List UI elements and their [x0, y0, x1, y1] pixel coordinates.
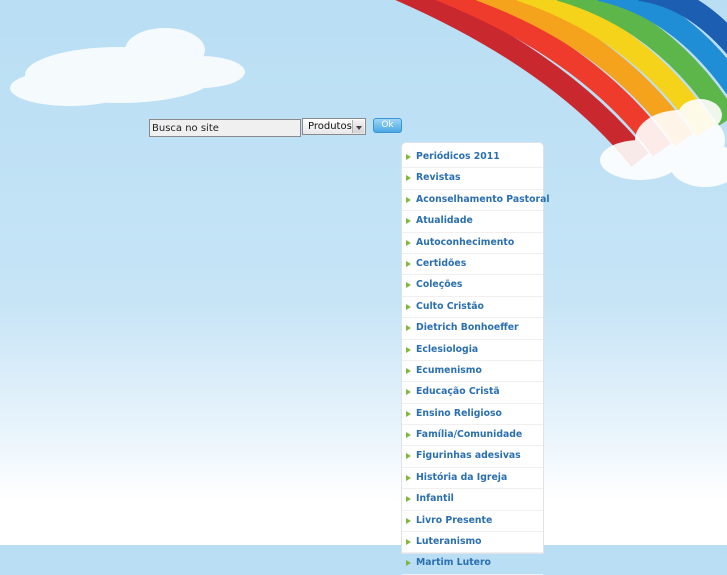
category-list: Periódicos 2011 Revistas Aconselhamento Pa…	[402, 143, 550, 575]
arrow-bullet-icon	[406, 303, 411, 310]
menu-item-label: Periódicos 2011	[416, 151, 500, 162]
arrow-bullet-icon	[406, 325, 411, 332]
menu-item-label: Educação Cristã	[416, 386, 500, 398]
menu-item-label: Autoconhecimento	[416, 236, 515, 248]
menu-item-label: Figurinhas adesivas	[416, 450, 521, 462]
arrow-bullet-icon	[406, 260, 411, 267]
menu-item[interactable]: Coleções	[402, 275, 543, 297]
menu-item-label: História da Igreja	[416, 471, 508, 483]
menu-item[interactable]: Infantil	[402, 489, 543, 511]
arrow-bullet-icon	[406, 539, 411, 546]
menu-item[interactable]: História da Igreja	[402, 468, 543, 490]
menu-item-label: Família/Comunidade	[416, 429, 523, 441]
arrow-bullet-icon	[406, 367, 411, 374]
menu-item-label: Ensino Religioso	[416, 407, 502, 419]
menu-item[interactable]: Periódicos 2011	[402, 147, 543, 169]
menu-item[interactable]: Ecumenismo	[402, 361, 543, 383]
menu-item[interactable]: Família/Comunidade	[402, 425, 543, 447]
arrow-bullet-icon	[406, 474, 411, 481]
cloud-top-left	[10, 28, 245, 106]
arrow-bullet-icon	[406, 175, 411, 182]
menu-item-label: Atualidade	[416, 215, 473, 227]
menu-item[interactable]: Culto Cristão	[402, 297, 543, 319]
menu-item-label: Culto Cristão	[416, 300, 484, 312]
menu-item-label: Certidões	[416, 257, 467, 269]
chevron-down-icon	[352, 120, 364, 133]
arrow-bullet-icon	[406, 432, 411, 439]
arrow-bullet-icon	[406, 410, 411, 417]
search-ok-button[interactable]: Ok	[373, 118, 402, 133]
menu-item-label: Infantil	[416, 493, 454, 505]
arrow-bullet-icon	[406, 517, 411, 524]
menu-item-label: Dietrich Bonhoeffer	[416, 322, 519, 334]
arrow-bullet-icon	[406, 282, 411, 289]
arrow-bullet-icon	[406, 453, 411, 460]
menu-item[interactable]: Martim Lutero	[402, 553, 543, 575]
menu-item[interactable]: Revistas	[402, 168, 543, 190]
arrow-bullet-icon	[406, 560, 411, 567]
product-select[interactable]: Produtos	[302, 118, 366, 135]
menu-item-label: Luteranismo	[416, 536, 482, 548]
menu-item[interactable]: Certidões	[402, 254, 543, 276]
menu-item[interactable]: Aconselhamento Pastoral	[402, 190, 550, 212]
menu-item[interactable]: Autoconhecimento	[402, 233, 543, 254]
menu-item[interactable]: Atualidade	[402, 211, 543, 233]
menu-item[interactable]: Figurinhas adesivas	[402, 446, 543, 468]
menu-item[interactable]: Dietrich Bonhoeffer	[402, 318, 543, 340]
menu-item-label: Coleções	[416, 279, 463, 291]
menu-item[interactable]: Livro Presente	[402, 511, 543, 533]
menu-item[interactable]: Educação Cristã	[402, 382, 543, 404]
menu-item-label: Martim Lutero	[416, 557, 491, 569]
menu-item-label: Aconselhamento Pastoral	[416, 193, 550, 205]
product-select-value: Produtos	[308, 121, 352, 132]
rainbow-decoration	[10, 0, 727, 187]
arrow-bullet-icon	[406, 389, 411, 396]
search-input[interactable]	[149, 119, 301, 137]
menu-item[interactable]: Luteranismo	[402, 532, 543, 554]
menu-item-label: Ecumenismo	[416, 364, 482, 376]
menu-item[interactable]: Ensino Religioso	[402, 404, 543, 426]
arrow-bullet-icon	[406, 196, 411, 203]
arrow-bullet-icon	[406, 154, 411, 160]
menu-item-label: Livro Presente	[416, 514, 493, 526]
arrow-bullet-icon	[406, 239, 411, 246]
arrow-bullet-icon	[406, 346, 411, 353]
menu-item-label: Eclesiologia	[416, 343, 479, 355]
arrow-bullet-icon	[406, 496, 411, 503]
arrow-bullet-icon	[406, 218, 411, 225]
menu-item[interactable]: Eclesiologia	[402, 340, 543, 361]
category-menu: Periódicos 2011 Revistas Aconselhamento Pa…	[401, 142, 550, 575]
menu-item-label: Revistas	[416, 172, 461, 184]
